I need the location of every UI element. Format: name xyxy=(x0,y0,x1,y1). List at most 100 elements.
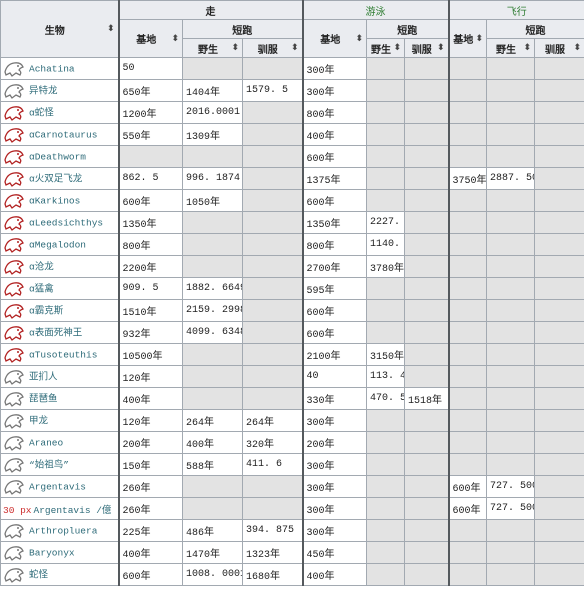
creature-link[interactable]: 异特龙 xyxy=(29,85,58,96)
cell-run-wild xyxy=(182,365,243,388)
cell-fly-base xyxy=(447,563,488,586)
cell-fly-base xyxy=(447,189,488,212)
cell-swim-tamed xyxy=(403,365,450,388)
cell-swim-tamed xyxy=(403,321,450,344)
creature-link[interactable]: α霸克斯 xyxy=(29,305,63,316)
creature-link[interactable]: Baryonyx xyxy=(29,547,75,558)
creature-link[interactable]: Argentavis /億 xyxy=(34,505,112,516)
cell-swim-tamed xyxy=(403,453,450,476)
column-header-swim-wild[interactable]: 野生 xyxy=(366,38,405,58)
cell-run-tamed xyxy=(242,255,303,278)
cell-swim-base: 300年 xyxy=(301,453,367,476)
cell-fly-base: 3750年 xyxy=(447,167,488,190)
table-row: Argentavis 260年 300年 600年727. 5001 xyxy=(0,475,584,498)
cell-fly-base xyxy=(447,255,488,278)
cell-run-base: 932年 xyxy=(117,321,183,344)
cell-run-wild: 2159. 2998 xyxy=(182,299,243,322)
column-header-swim-base[interactable]: 基地 xyxy=(301,19,367,58)
table-row: αTusoteuthis 10500年 2100年 3150年 xyxy=(0,343,584,366)
cell-fly-base xyxy=(447,79,488,102)
cell-swim-tamed xyxy=(403,519,450,542)
cell-fly-tamed xyxy=(534,563,584,586)
creature-link[interactable]: Arthropluera xyxy=(29,525,97,536)
creature-link[interactable]: αMegalodon xyxy=(29,239,86,250)
column-header-fly-base[interactable]: 基地 xyxy=(447,19,488,58)
creature-link[interactable]: Araneo xyxy=(29,437,63,448)
creature-link[interactable]: Argentavis xyxy=(29,481,86,492)
creature-link[interactable]: αCarnotaurus xyxy=(29,129,97,140)
ankylosaurus-icon xyxy=(3,412,25,430)
cell-run-base: 10500年 xyxy=(117,343,183,366)
group-header-run: 走 xyxy=(117,0,303,20)
creature-link[interactable]: 甲龙 xyxy=(29,415,48,426)
cell-run-tamed: 1323年 xyxy=(242,541,303,564)
cell-run-tamed xyxy=(242,57,303,80)
table-row: 甲龙 120年 264年 264年 300年 xyxy=(0,409,584,432)
cell-run-base: 600年 xyxy=(117,563,183,586)
cell-fly-base xyxy=(447,541,488,564)
creature-link[interactable]: 琵琶鱼 xyxy=(29,393,58,404)
crab-icon xyxy=(3,192,25,210)
cell-swim-wild: 3150年 xyxy=(366,343,405,366)
cell-run-wild xyxy=(182,387,243,410)
cell-fly-wild xyxy=(486,387,536,410)
cell-swim-wild: 1140. 8 xyxy=(366,233,405,256)
creature-link[interactable]: “始祖鸟” xyxy=(29,459,69,470)
cell-swim-tamed xyxy=(403,123,450,146)
cell-swim-base: 2700年 xyxy=(301,255,367,278)
cell-swim-wild: 3780年 xyxy=(366,255,405,278)
column-header-fly-wild[interactable]: 野生 xyxy=(486,38,536,58)
creature-link[interactable]: α沧龙 xyxy=(29,261,54,272)
cell-swim-wild xyxy=(366,563,405,586)
table-row: αKarkinos 600年 1050年 600年 xyxy=(0,189,584,212)
cell-swim-base: 2100年 xyxy=(301,343,367,366)
column-header-swim-tamed[interactable]: 驯服 xyxy=(403,38,450,58)
cell-swim-base: 600年 xyxy=(301,189,367,212)
cell-run-base: 225年 xyxy=(117,519,183,542)
raptor-icon xyxy=(3,280,25,298)
cell-fly-base xyxy=(447,211,488,234)
creature-cell: 30 px Argentavis /億 xyxy=(0,497,119,520)
column-header-run-wild[interactable]: 野生 xyxy=(182,38,243,58)
cell-run-tamed xyxy=(242,343,303,366)
cell-swim-base: 800年 xyxy=(301,101,367,124)
column-header-run-tamed[interactable]: 驯服 xyxy=(242,38,303,58)
cell-run-base: 2200年 xyxy=(117,255,183,278)
cell-swim-base: 450年 xyxy=(301,541,367,564)
creature-link[interactable]: 亚扪人 xyxy=(29,371,58,382)
creature-link[interactable]: αKarkinos xyxy=(29,195,80,206)
cell-run-base: 150年 xyxy=(117,453,183,476)
creature-link[interactable]: αDeathworm xyxy=(29,151,86,162)
cell-fly-tamed xyxy=(534,277,584,300)
creature-link[interactable]: αLeedsichthys xyxy=(29,217,103,228)
creature-link[interactable]: αTusoteuthis xyxy=(29,349,97,360)
cell-swim-tamed xyxy=(403,541,450,564)
cell-fly-tamed xyxy=(534,519,584,542)
table-body: Achatina 50 300年 异特龙 650年 1404年 1579. 5 300年 α蛇怪… xyxy=(0,57,584,586)
cell-swim-tamed xyxy=(403,255,450,278)
cell-swim-tamed xyxy=(403,233,450,256)
column-header-run-base[interactable]: 基地 xyxy=(117,19,183,58)
creature-link[interactable]: α猛禽 xyxy=(29,283,54,294)
cell-run-tamed: 1579. 5 xyxy=(242,79,303,102)
creature-link[interactable]: α蛇怪 xyxy=(29,107,54,118)
creature-cell: α猛禽 xyxy=(0,277,119,300)
table-row: α猛禽 909. 5 1882. 6649 595年 xyxy=(0,277,584,300)
squid-icon xyxy=(3,346,25,364)
cell-fly-tamed xyxy=(534,57,584,80)
column-header-fly-tamed[interactable]: 驯服 xyxy=(534,38,584,58)
table-row: 蛇怪 600年 1008. 0001 1680年 400年 xyxy=(0,563,584,586)
creature-link[interactable]: 蛇怪 xyxy=(29,569,48,580)
cell-swim-wild xyxy=(366,145,405,168)
creature-link[interactable]: α火双足飞龙 xyxy=(29,173,82,184)
creature-link[interactable]: α表面死神王 xyxy=(29,327,82,338)
creature-link[interactable]: Achatina xyxy=(29,63,75,74)
creature-cell: 琵琶鱼 xyxy=(0,387,119,410)
column-header-creature[interactable]: 生物 xyxy=(0,0,119,58)
cell-run-tamed xyxy=(242,365,303,388)
cell-swim-wild xyxy=(366,497,405,520)
cell-run-base: 120年 xyxy=(117,409,183,432)
cell-swim-base: 1350年 xyxy=(301,211,367,234)
cell-run-base: 400年 xyxy=(117,541,183,564)
cell-fly-wild xyxy=(486,299,536,322)
